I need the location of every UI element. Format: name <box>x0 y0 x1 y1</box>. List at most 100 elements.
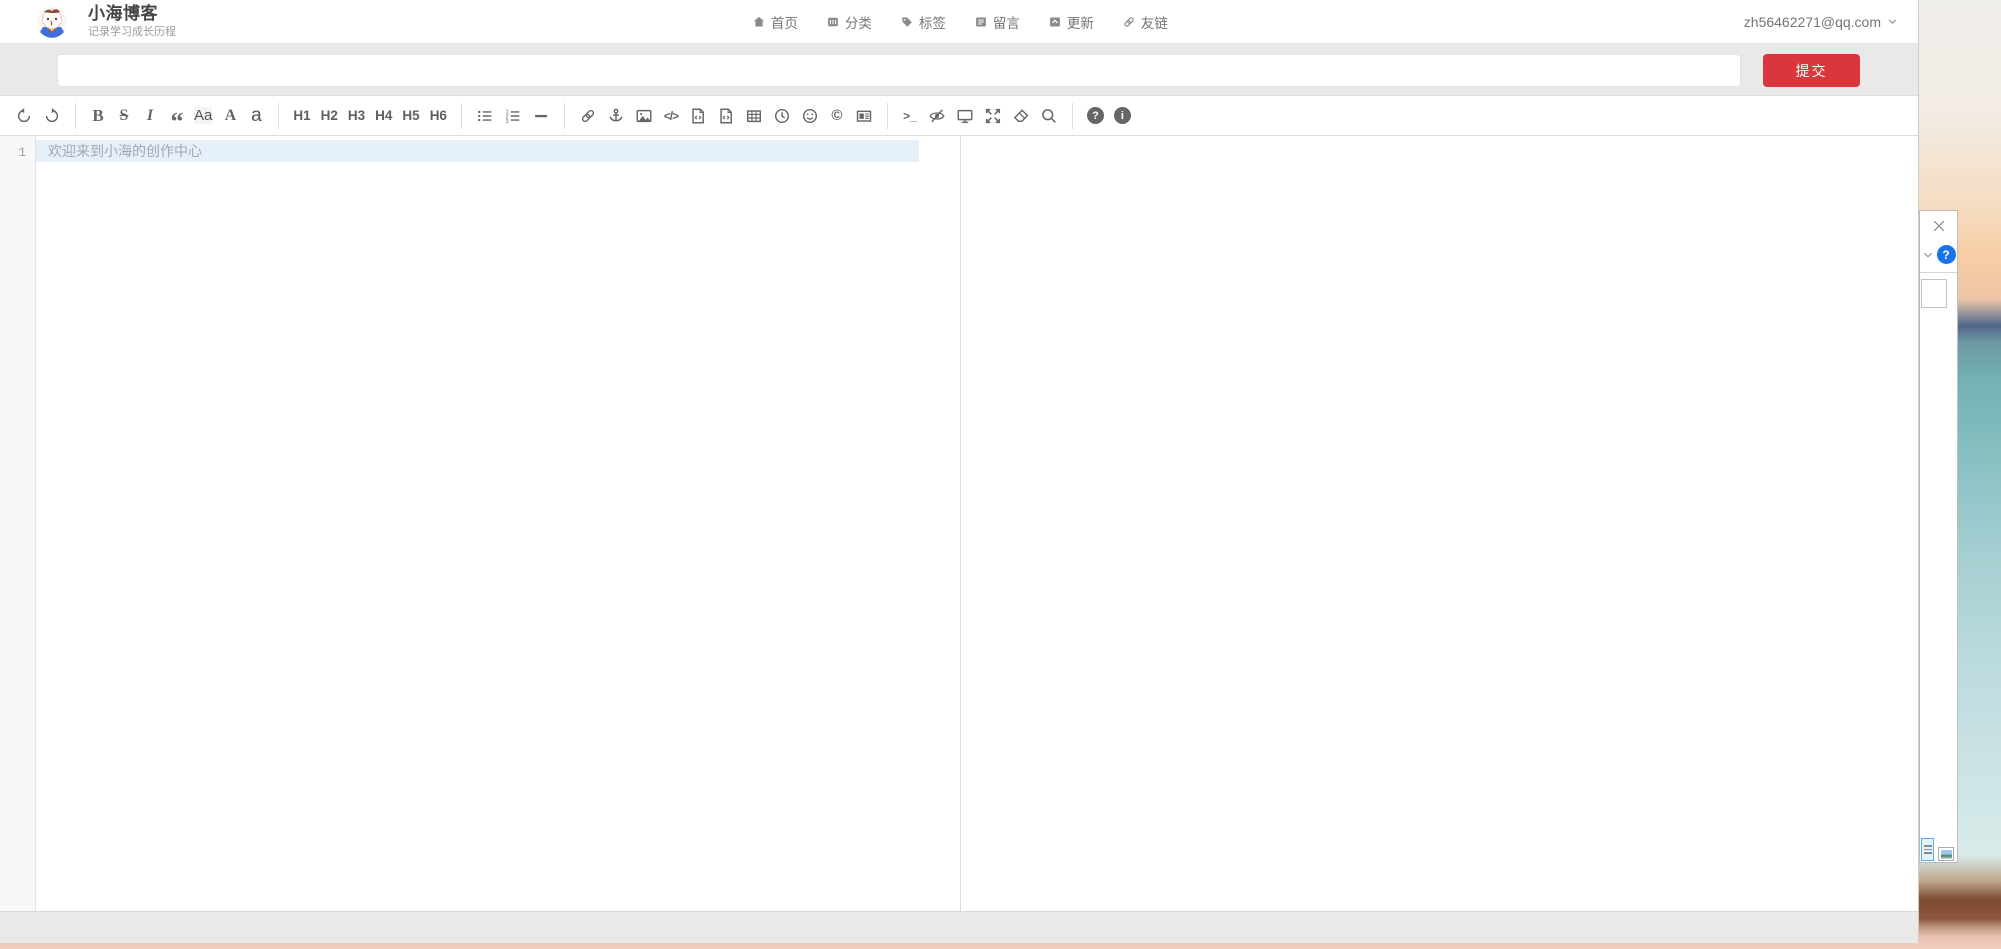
widget-divider <box>1920 272 1957 273</box>
toolbar-undo-button[interactable] <box>10 102 38 130</box>
toolbar-h5-glyph: H5 <box>402 108 419 123</box>
toolbar-watch-button[interactable] <box>923 102 951 130</box>
toolbar-redo-button[interactable] <box>38 102 66 130</box>
toolbar-preformatted-text-button[interactable] <box>684 102 712 130</box>
widget-mode-switch <box>1921 838 1954 861</box>
article-title-input[interactable] <box>57 54 1741 87</box>
toolbar-bold-glyph: B <box>92 106 103 126</box>
toolbar-h2-button[interactable]: H2 <box>316 102 343 130</box>
toolbar-preview-button[interactable] <box>951 102 979 130</box>
site-header: 小海博客 记录学习成长历程 首页 分类 标签 留言 更新 友链 zh56462271@qq… <box>0 0 1918 44</box>
code-editor-pane[interactable]: 1 欢迎来到小海的创作中心 <box>0 136 960 911</box>
toolbar-h5-button[interactable]: H5 <box>397 102 424 130</box>
toolbar-uppercase-glyph: A <box>225 107 237 125</box>
nav-item-friends[interactable]: 友链 <box>1122 12 1168 32</box>
toolbar-bold-button[interactable]: B <box>85 102 111 130</box>
toolbar-h4-button[interactable]: H4 <box>370 102 397 130</box>
toolbar-divider <box>887 103 888 129</box>
user-menu[interactable]: zh56462271@qq.com <box>1744 14 1898 30</box>
nav-label: 友链 <box>1141 12 1168 32</box>
site-logo-avatar[interactable] <box>36 6 68 38</box>
compose-bar: 提交 <box>0 44 1918 95</box>
toolbar-ucwords-button[interactable]: Aa <box>189 102 217 130</box>
fullscreen-icon <box>984 107 1002 125</box>
anchor-icon <box>607 107 625 125</box>
toolbar-italic-glyph: I <box>147 107 153 125</box>
message-icon <box>974 15 988 29</box>
nav-item-home[interactable]: 首页 <box>752 12 798 32</box>
home-icon <box>752 15 766 29</box>
toolbar-fullscreen-button[interactable] <box>979 102 1007 130</box>
site-title: 小海博客 <box>88 5 176 24</box>
toolbar-pagebreak-button[interactable] <box>850 102 878 130</box>
file-code-icon <box>717 107 735 125</box>
widget-input[interactable] <box>1921 279 1947 308</box>
toolbar-quote-glyph: “ <box>171 106 182 126</box>
close-icon[interactable] <box>1932 219 1946 233</box>
nav-item-message[interactable]: 留言 <box>974 12 1020 32</box>
toolbar-reference-link-button[interactable] <box>602 102 630 130</box>
nav-item-update[interactable]: 更新 <box>1048 12 1094 32</box>
nav-item-tags[interactable]: 标签 <box>900 12 946 32</box>
toolbar-code-block-button[interactable] <box>712 102 740 130</box>
submit-button[interactable]: 提交 <box>1763 54 1860 87</box>
main-page: 小海博客 记录学习成长历程 首页 分类 标签 留言 更新 友链 zh56462271@qq… <box>0 0 1919 943</box>
toolbar-h4-glyph: H4 <box>375 108 392 123</box>
toolbar-goto-line-button[interactable]: >_ <box>897 102 923 130</box>
chevron-down-icon <box>1887 14 1898 30</box>
user-email: zh56462271@qq.com <box>1744 14 1881 30</box>
nav-item-category[interactable]: 分类 <box>826 12 872 32</box>
toolbar-datetime-button[interactable] <box>768 102 796 130</box>
toolbar-h6-button[interactable]: H6 <box>425 102 452 130</box>
toolbar-search-button[interactable] <box>1035 102 1063 130</box>
code-text-area[interactable]: 欢迎来到小海的创作中心 <box>36 136 960 911</box>
hr-icon <box>532 107 550 125</box>
newspaper-icon <box>855 107 873 125</box>
toolbar-table-button[interactable] <box>740 102 768 130</box>
toolbar-strikethrough-button[interactable]: S <box>111 102 137 130</box>
list-ul-icon <box>476 107 494 125</box>
toolbar-emoji-button[interactable] <box>796 102 824 130</box>
toolbar-italic-button[interactable]: I <box>137 102 163 130</box>
toolbar-quote-button[interactable]: “ <box>163 102 189 130</box>
toolbar-h3-button[interactable]: H3 <box>343 102 370 130</box>
list-ol-icon: 123 <box>504 107 522 125</box>
toolbar-ucwords-glyph: Aa <box>194 107 212 124</box>
toolbar-image-button[interactable] <box>630 102 658 130</box>
update-icon <box>1048 15 1062 29</box>
toolbar-list-ol-button[interactable]: 123 <box>499 102 527 130</box>
toolbar-h3-glyph: H3 <box>348 108 365 123</box>
image-icon <box>635 107 653 125</box>
toolbar-help-button[interactable]: ? <box>1082 102 1109 130</box>
nav-label: 分类 <box>845 12 872 32</box>
list-mode-icon[interactable] <box>1921 838 1934 861</box>
toolbar-clear-button[interactable] <box>1007 102 1035 130</box>
toolbar-info-button[interactable]: i <box>1109 102 1136 130</box>
chevron-down-icon[interactable] <box>1922 249 1934 261</box>
nav-label: 更新 <box>1067 12 1094 32</box>
toolbar-uppercase-button[interactable]: A <box>217 102 243 130</box>
clock-icon <box>773 107 791 125</box>
toolbar-html-entities-button[interactable]: © <box>824 102 850 130</box>
brand-block: 小海博客 记录学习成长历程 <box>88 5 176 39</box>
table-icon <box>745 107 763 125</box>
line-number-gutter: 1 <box>0 136 36 911</box>
toolbar-goto-line-glyph: >_ <box>903 109 917 123</box>
toolbar-list-ul-button[interactable] <box>471 102 499 130</box>
widget-help-button[interactable]: ? <box>1937 245 1956 264</box>
nav-label: 首页 <box>771 12 798 32</box>
toolbar-link-button[interactable] <box>574 102 602 130</box>
markdown-toolbar: BSI “ Aa Aa H1H2 H3 H4 H5 H6 123 </> © >_?i <box>0 95 1918 136</box>
toolbar-lowercase-button[interactable]: a <box>243 102 269 130</box>
monitor-icon <box>956 107 974 125</box>
site-subtitle: 记录学习成长历程 <box>88 26 176 38</box>
active-line: 欢迎来到小海的创作中心 <box>36 140 919 162</box>
smiley-icon <box>801 107 819 125</box>
toolbar-h1-button[interactable]: H1 <box>288 102 315 130</box>
file-code-icon <box>689 107 707 125</box>
toolbar-divider <box>461 103 462 129</box>
toolbar-hr-button[interactable] <box>527 102 555 130</box>
toolbar-code-button[interactable]: </> <box>658 102 684 130</box>
image-mode-icon[interactable] <box>1938 847 1954 861</box>
nav-label: 标签 <box>919 12 946 32</box>
